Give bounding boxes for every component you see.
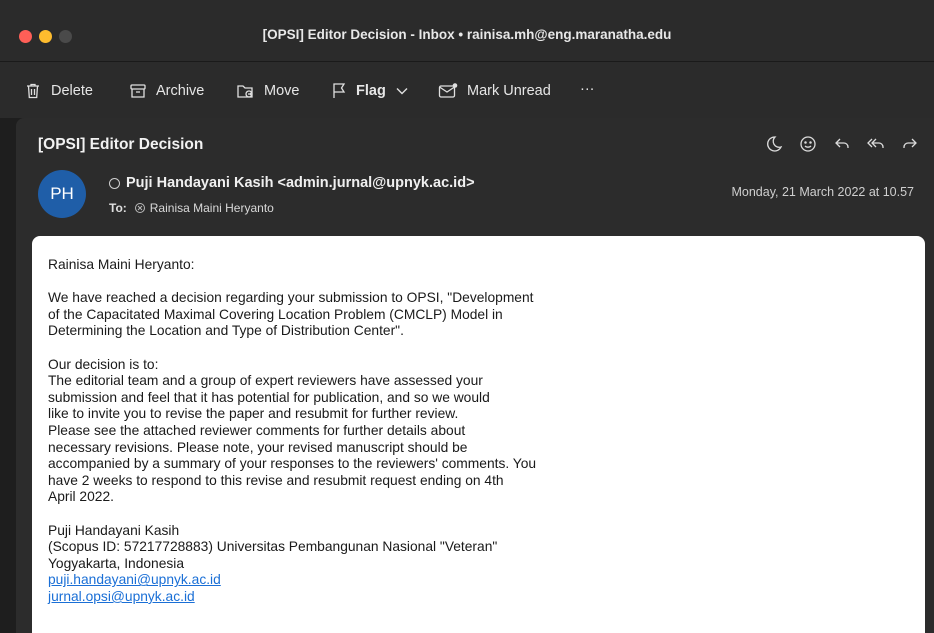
archive-icon bbox=[130, 84, 146, 98]
recipient-name[interactable]: Rainisa Maini Heryanto bbox=[150, 201, 274, 215]
move-folder-icon bbox=[237, 85, 253, 98]
reply-all-icon[interactable] bbox=[866, 134, 886, 154]
email-link-puji[interactable]: puji.handayani@upnyk.ac.id bbox=[48, 572, 925, 589]
avatar[interactable]: PH bbox=[38, 170, 86, 218]
to-label: To: bbox=[109, 201, 127, 215]
archive-button[interactable]: Archive bbox=[129, 80, 204, 102]
move-label: Move bbox=[264, 83, 300, 99]
email-link-opsi[interactable]: jurnal.opsi@upnyk.ac.id bbox=[48, 589, 925, 606]
recipient-line: To: Rainisa Maini Heryanto bbox=[109, 201, 274, 215]
more-icon: ··· bbox=[580, 81, 595, 97]
delete-label: Delete bbox=[51, 83, 93, 99]
presence-status-icon bbox=[109, 177, 120, 189]
reply-icon[interactable] bbox=[832, 134, 852, 154]
trash-icon bbox=[27, 83, 39, 99]
title-bar: [OPSI] Editor Decision - Inbox • rainisa… bbox=[0, 0, 934, 62]
envelope-unread-icon bbox=[438, 83, 458, 98]
body-paragraph-2: Our decision is to: The editorial team a… bbox=[48, 356, 537, 505]
move-button[interactable]: Move bbox=[236, 80, 299, 102]
more-actions-button[interactable]: ··· bbox=[580, 78, 595, 100]
message-subject: [OPSI] Editor Decision bbox=[38, 136, 204, 153]
mark-unread-label: Mark Unread bbox=[467, 83, 551, 99]
flag-label: Flag bbox=[356, 83, 386, 99]
flag-button[interactable]: Flag bbox=[331, 80, 408, 102]
sender-name-address: Puji Handayani Kasih <admin.jurnal@upnyk… bbox=[126, 175, 475, 191]
forward-icon[interactable] bbox=[900, 134, 920, 154]
archive-label: Archive bbox=[156, 83, 205, 99]
signature: Puji Handayani Kasih (Scopus ID: 5721772… bbox=[48, 523, 925, 606]
sender[interactable]: Puji Handayani Kasih <admin.jurnal@upnyk… bbox=[109, 175, 475, 191]
message-panel: [OPSI] Editor Decision PH Puji Handayani… bbox=[16, 118, 934, 633]
mark-unread-button[interactable]: Mark Unread bbox=[438, 80, 551, 102]
delete-button[interactable]: Delete bbox=[24, 80, 93, 102]
message-date: Monday, 21 March 2022 at 10.57 bbox=[731, 185, 914, 199]
moon-icon[interactable] bbox=[764, 134, 784, 154]
chevron-down-icon[interactable] bbox=[396, 87, 408, 95]
toolbar: Delete Archive Move Flag Mark Unread ··· bbox=[0, 62, 934, 118]
message-body: Rainisa Maini Heryanto: We have reached … bbox=[32, 236, 925, 633]
message-actions bbox=[764, 134, 920, 154]
body-paragraph-1: We have reached a decision regarding you… bbox=[48, 290, 534, 339]
recipient-status-icon bbox=[134, 203, 145, 213]
window-title: [OPSI] Editor Decision - Inbox • rainisa… bbox=[262, 27, 672, 42]
flag-icon bbox=[333, 83, 346, 98]
body-greeting: Rainisa Maini Heryanto: bbox=[48, 257, 195, 272]
emoji-icon[interactable] bbox=[798, 134, 818, 154]
